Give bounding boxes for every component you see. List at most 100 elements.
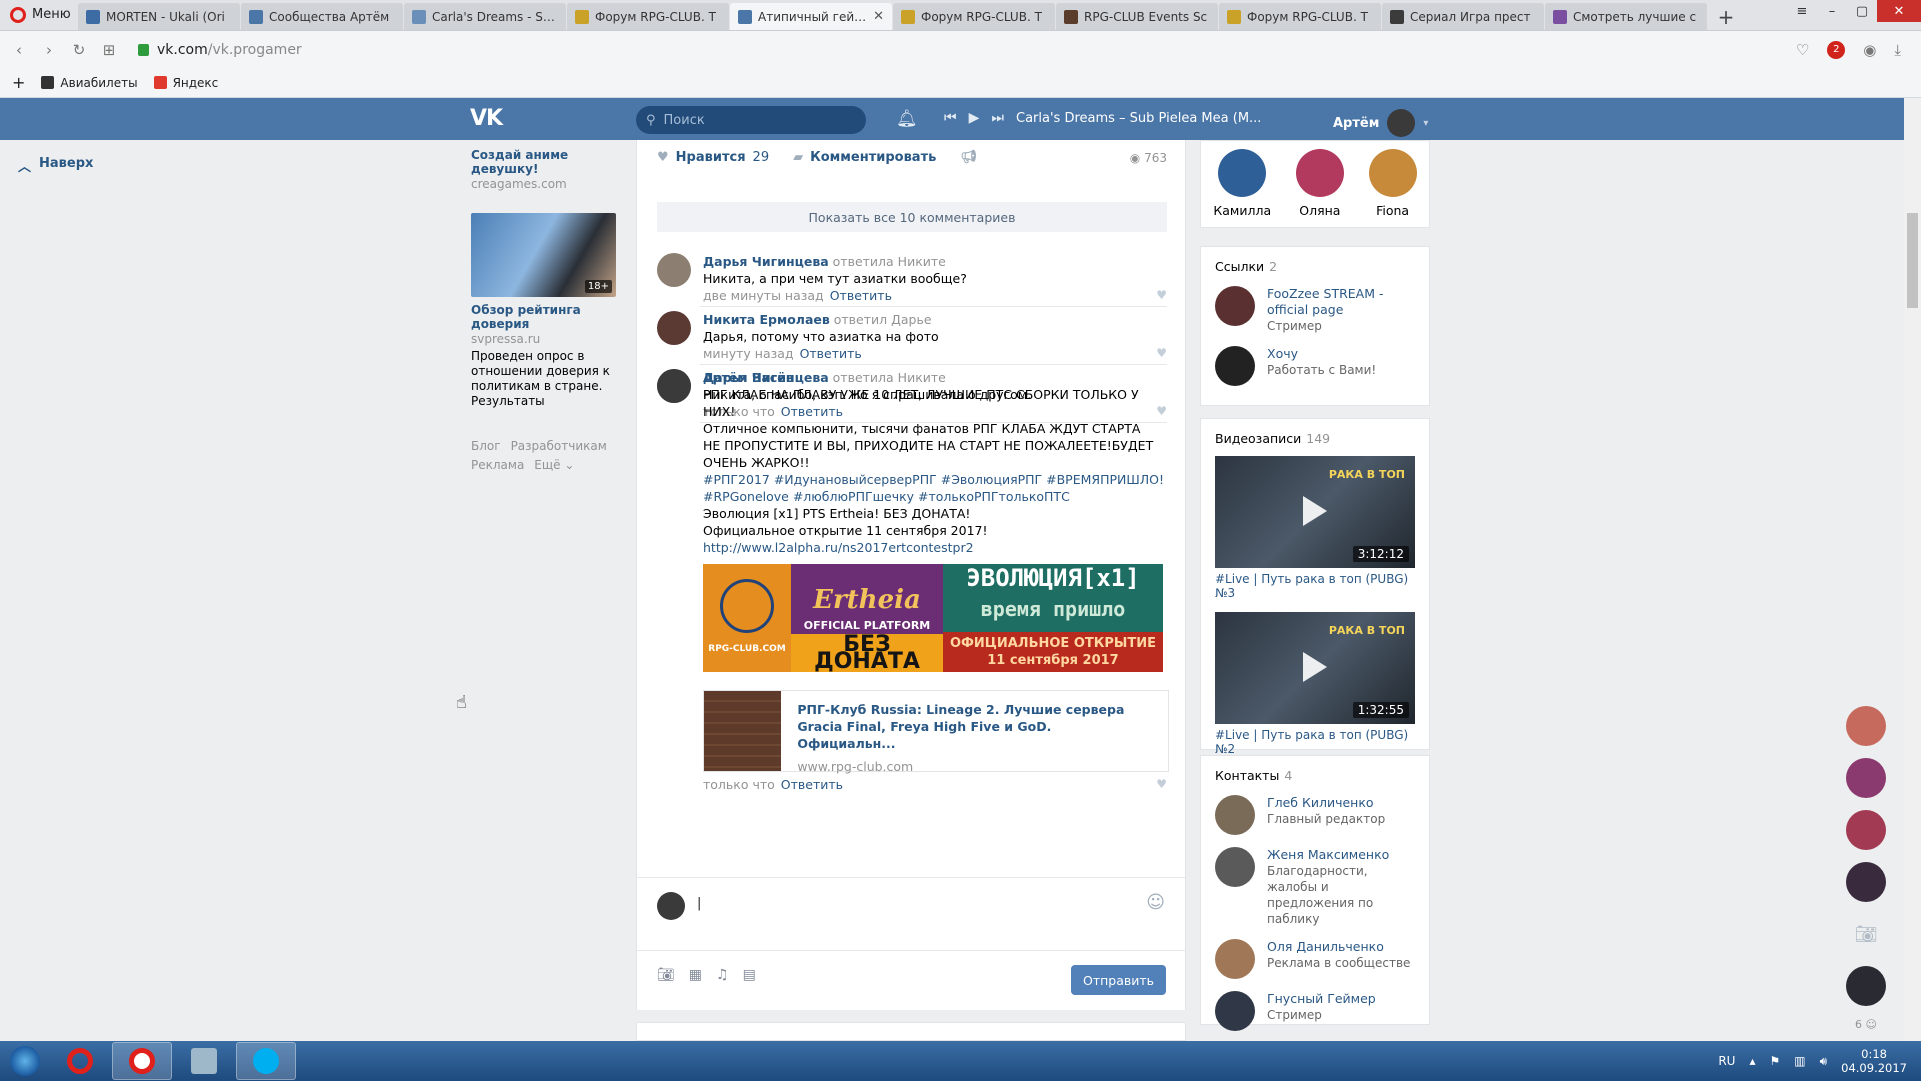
chat-avatar[interactable] (1846, 862, 1886, 902)
download-icon[interactable]: ⤓ (1894, 41, 1901, 59)
videos-title[interactable]: Видеозаписи 149 (1201, 419, 1429, 452)
emoji-icon[interactable]: ☺ (1146, 892, 1165, 913)
browser-tab[interactable]: MORTEN - Ukali (Ori (78, 3, 240, 30)
taskbar-opera-button[interactable] (50, 1042, 110, 1080)
play-icon[interactable] (1303, 652, 1327, 682)
ad-image[interactable]: 18+ (471, 213, 616, 297)
heart-bookmark-icon[interactable]: ♡ (1796, 41, 1809, 59)
promo-banner-image[interactable]: RPG-CLUB.COM Ertheia OFFICIAL PLATFORM Б… (703, 564, 1163, 673)
footer-link[interactable]: Реклама (471, 458, 524, 472)
opera-menu-button[interactable]: Меню (0, 0, 78, 30)
start-button[interactable] (0, 1041, 50, 1081)
close-window-button[interactable]: ✕ (1877, 0, 1921, 22)
browser-tab[interactable]: Форум RPG-CLUB. T (893, 3, 1055, 30)
video-thumbnail[interactable]: РАКА В ТОП 1:32:55 (1215, 612, 1415, 724)
comment-avatar[interactable] (657, 253, 691, 287)
chat-avatar[interactable] (1846, 966, 1886, 1006)
comment-like-icon[interactable]: ♥ (1156, 777, 1167, 791)
comment-reply-to[interactable]: ответил Дарье (834, 312, 932, 327)
contact-name[interactable]: Оля Данильченко (1267, 939, 1410, 955)
comment-link[interactable]: http://www.l2alpha.ru/ns2017ertcontestpr… (703, 539, 1169, 556)
menu-lines-icon[interactable]: ≡ (1787, 0, 1817, 22)
grid-icon[interactable]: ⊞ (94, 41, 124, 59)
tray-arrow-icon[interactable]: ▴ (1749, 1054, 1755, 1068)
contact-item[interactable]: Женя Максименко Благодарности, жалобы и п… (1201, 841, 1429, 933)
links-title[interactable]: Ссылки 2 (1201, 247, 1429, 280)
contact-name[interactable]: Женя Максименко (1267, 847, 1415, 863)
page-scrollbar[interactable] (1904, 98, 1921, 1041)
megaphone-share-icon[interactable]: 📢︎ (960, 150, 977, 165)
link-item[interactable]: Хочу Работать с Вами! (1201, 340, 1429, 392)
browser-tab[interactable]: Форум RPG-CLUB. T (567, 3, 729, 30)
link-preview-card[interactable]: РПГ-Клуб Russia: Lineage 2. Лучшие серве… (703, 690, 1169, 774)
send-button[interactable]: Отправить (1071, 965, 1166, 995)
new-tab-button[interactable]: + (1708, 3, 1744, 30)
comment-author[interactable]: Никита Ермолаев (703, 312, 830, 327)
reply-button[interactable]: Ответить (830, 288, 892, 303)
friend-item[interactable]: Камилла (1213, 149, 1271, 227)
forward-arrow-icon[interactable]: › (34, 41, 64, 59)
browser-tab[interactable]: Сериал Игра прест (1382, 3, 1544, 30)
browser-tab[interactable]: Атипичный геймер ✕ (730, 3, 892, 30)
volume-icon[interactable]: 🔊︎ (1820, 1054, 1828, 1069)
link-name[interactable]: FooZzee STREAM - official page (1267, 286, 1415, 318)
contacts-title[interactable]: Контакты 4 (1201, 756, 1429, 789)
camera-icon[interactable]: 📷︎ (657, 967, 675, 983)
vk-logo[interactable]: VK (470, 106, 503, 131)
user-menu[interactable]: Артём ▾ (1333, 109, 1428, 137)
network-icon[interactable]: ▥ (1794, 1054, 1805, 1068)
like-button[interactable]: ♥ Нравится 29 (657, 150, 769, 165)
contact-name[interactable]: Глеб Киличенко (1267, 795, 1385, 811)
footer-link[interactable]: Разработчикам (511, 439, 607, 453)
browser-tab[interactable]: RPG-CLUB Events Sc (1056, 3, 1218, 30)
ad-title[interactable]: Создай аниме девушку! (471, 148, 616, 176)
search-input[interactable]: ⚲ Поиск (636, 106, 866, 134)
maximize-button[interactable]: ▢ (1847, 0, 1877, 22)
taskbar-skype-button[interactable] (236, 1042, 296, 1080)
browser-tab[interactable]: Форум RPG-CLUB. T (1219, 3, 1381, 30)
ad-title[interactable]: Обзор рейтинга доверия (471, 303, 616, 331)
taskbar-opera-active-button[interactable] (112, 1042, 172, 1080)
reply-button[interactable]: Ответить (800, 346, 862, 361)
show-all-comments-button[interactable]: Показать все 10 комментариев (657, 202, 1167, 232)
video-icon[interactable]: ▦ (689, 967, 702, 983)
comment-like-icon[interactable]: ♥ (1156, 288, 1167, 302)
link-name[interactable]: Хочу (1267, 346, 1376, 362)
tray-flag-icon[interactable]: ⚑ (1769, 1054, 1780, 1068)
taskbar-explorer-button[interactable] (174, 1042, 234, 1080)
scroll-to-top-button[interactable]: ︿ Наверх (18, 156, 93, 175)
link-preview-title[interactable]: РПГ-Клуб Russia: Lineage 2. Лучшие серве… (797, 701, 1152, 752)
comment-author[interactable]: Артём Васёв (703, 369, 1169, 386)
comment-input[interactable]: | (697, 886, 1167, 922)
url-field[interactable]: vk.com/vk.progamer (138, 42, 1796, 58)
document-icon[interactable]: ▤ (743, 967, 756, 983)
bookmark-item[interactable]: Авиабилеты (41, 76, 138, 90)
bell-icon[interactable]: 🔔︎ (896, 109, 918, 129)
contact-item[interactable]: Гнусный Геймер Стример (1201, 985, 1429, 1037)
back-arrow-icon[interactable]: ‹ (4, 41, 34, 59)
footer-link[interactable]: Ещё ⌄ (534, 458, 574, 472)
reload-icon[interactable]: ↻ (64, 41, 94, 59)
hashtags[interactable]: #РПГ2017 #ИдунановыйсерверРПГ #ЭволюцияР… (703, 471, 1169, 488)
comment-author[interactable]: Дарья Чигинцева (703, 254, 829, 269)
vpn-badge[interactable]: 2 (1827, 40, 1846, 59)
contact-item[interactable]: Оля Данильченко Реклама в сообществе (1201, 933, 1429, 985)
prev-track-icon[interactable]: ⏮︎ (944, 110, 957, 126)
comment-reply-to[interactable]: ответила Никите (833, 254, 946, 269)
comment-button[interactable]: ▰ Комментировать (793, 150, 936, 165)
chat-avatar[interactable] (1846, 810, 1886, 850)
clock[interactable]: 0:18 04.09.2017 (1841, 1047, 1907, 1075)
minimize-button[interactable]: – (1817, 0, 1847, 22)
browser-tab[interactable]: Carla's Dreams - Sub (404, 3, 566, 30)
language-indicator[interactable]: RU (1718, 1054, 1735, 1068)
add-bookmark-icon[interactable]: + (12, 73, 25, 92)
browser-tab[interactable]: Смотреть лучшие с (1545, 3, 1707, 30)
video-thumbnail[interactable]: РАКА В ТОП 3:12:12 (1215, 456, 1415, 568)
play-icon[interactable] (1303, 496, 1327, 526)
music-icon[interactable]: ♫ (716, 967, 729, 983)
current-track[interactable]: Carla's Dreams – Sub Pielea Mea (M... (1016, 111, 1261, 126)
hashtags[interactable]: #RPGonelove #люблюРПГшечку #толькоРПГтол… (703, 488, 1169, 505)
video-caption[interactable]: #Live | Путь рака в топ (PUBG) №3 (1201, 568, 1429, 608)
contact-item[interactable]: Глеб Киличенко Главный редактор (1201, 789, 1429, 841)
chat-avatar[interactable] (1846, 758, 1886, 798)
